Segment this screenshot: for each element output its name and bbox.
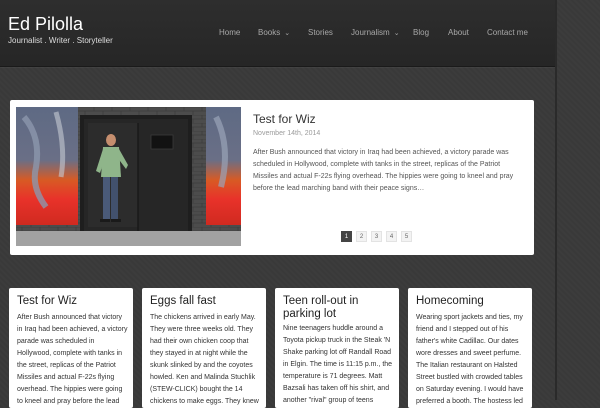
nav-item-about[interactable]: About <box>448 27 469 39</box>
nav-item-books[interactable]: Books ⌄ <box>258 27 290 40</box>
site-title[interactable]: Ed Pilolla <box>8 14 113 34</box>
post-card: Eggs fall fast The chickens arrived in e… <box>142 288 266 408</box>
post-card: Teen roll-out in parking lot Nine teenag… <box>275 288 399 408</box>
page-button-3[interactable]: 3 <box>371 231 382 242</box>
featured-post-date: November 14th, 2014 <box>253 130 321 137</box>
page-button-4[interactable]: 4 <box>386 231 397 242</box>
post-card: Homecoming Wearing sport jackets and tie… <box>408 288 532 408</box>
post-card: Test for Wiz After Bush announced that v… <box>9 288 133 408</box>
featured-image[interactable] <box>16 107 241 246</box>
chevron-down-icon: ⌄ <box>393 30 400 37</box>
nav-item-stories[interactable]: Stories <box>308 27 333 39</box>
featured-post: Test for Wiz November 14th, 2014 After B… <box>10 100 534 255</box>
nav-item-contact[interactable]: Contact me <box>487 27 528 39</box>
nav-item-journalism[interactable]: Journalism ⌄ <box>351 27 400 40</box>
featured-post-title[interactable]: Test for Wiz <box>253 112 316 126</box>
post-card-excerpt: The chickens arrived in early May. They … <box>150 314 259 405</box>
chevron-down-icon: ⌄ <box>284 30 291 37</box>
nav-item-blog[interactable]: Blog <box>413 27 429 39</box>
post-card-excerpt: After Bush announced that victory in Ira… <box>17 314 128 405</box>
post-card-title[interactable]: Eggs fall fast <box>150 295 262 308</box>
post-card-title[interactable]: Teen roll-out in parking lot <box>283 295 395 321</box>
nav-item-home[interactable]: Home <box>219 27 240 39</box>
site-tagline: Journalist . Writer . Storyteller <box>8 36 113 45</box>
page-button-1[interactable]: 1 <box>341 231 352 242</box>
post-card-title[interactable]: Test for Wiz <box>17 295 129 308</box>
page-button-2[interactable]: 2 <box>356 231 367 242</box>
post-card-excerpt: Nine teenagers huddle around a Toyota pi… <box>283 325 393 404</box>
page-edge <box>555 0 557 400</box>
site-header: Ed Pilolla Journalist . Writer . Storyte… <box>0 0 555 67</box>
post-card-excerpt: Wearing sport jackets and ties, my frien… <box>416 314 524 405</box>
featured-post-excerpt: After Bush announced that victory in Ira… <box>253 149 514 192</box>
page-button-5[interactable]: 5 <box>401 231 412 242</box>
site-branding: Ed Pilolla Journalist . Writer . Storyte… <box>8 14 113 45</box>
post-card-title[interactable]: Homecoming <box>416 295 528 308</box>
